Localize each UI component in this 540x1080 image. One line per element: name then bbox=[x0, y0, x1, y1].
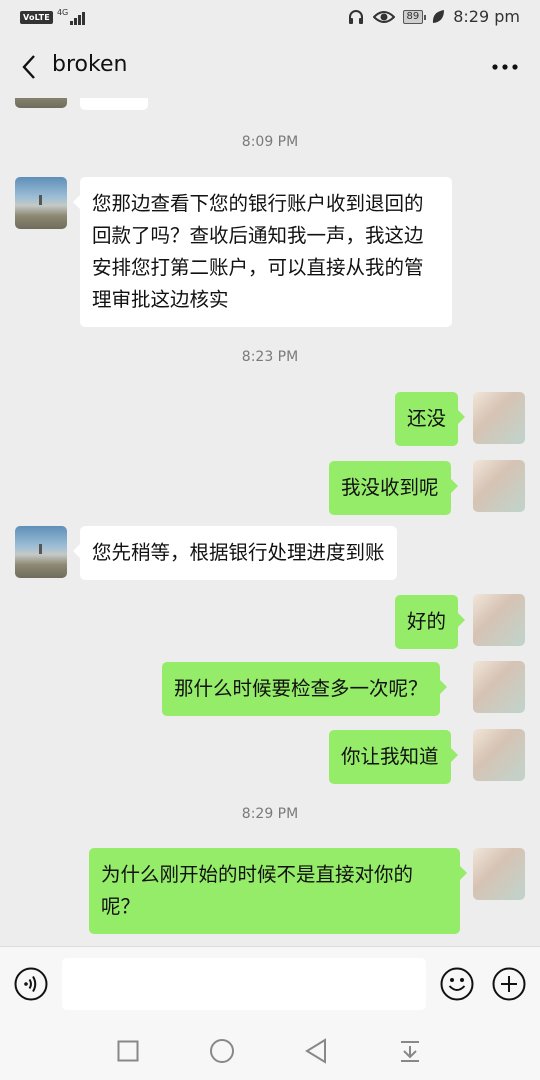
system-nav-bar bbox=[0, 1022, 540, 1080]
more-functions-button[interactable] bbox=[492, 967, 526, 1001]
more-options-button[interactable] bbox=[488, 52, 522, 82]
volte-badge: VoLTE bbox=[20, 10, 53, 24]
my-avatar[interactable] bbox=[473, 392, 525, 444]
chat-title: broken bbox=[52, 52, 128, 77]
my-avatar[interactable] bbox=[473, 729, 525, 781]
timestamp: 8:09 PM bbox=[241, 134, 299, 150]
message-bubble-outgoing[interactable]: 为什么刚开始的时候不是直接对你的呢？ bbox=[89, 848, 467, 934]
home-icon bbox=[210, 1039, 234, 1063]
emoji-button[interactable] bbox=[440, 967, 474, 1001]
contact-avatar[interactable] bbox=[15, 98, 67, 108]
emoji-icon bbox=[440, 967, 474, 1001]
plus-icon bbox=[492, 967, 526, 1001]
contact-avatar[interactable] bbox=[15, 526, 67, 578]
battery-icon: 89 bbox=[402, 9, 426, 24]
notification-button[interactable] bbox=[395, 1036, 425, 1066]
message-input[interactable] bbox=[62, 958, 426, 1010]
message-bubble-outgoing[interactable]: 那什么时候要检查多一次呢？ bbox=[162, 662, 447, 716]
recent-apps-button[interactable] bbox=[113, 1036, 143, 1066]
my-avatar[interactable] bbox=[473, 661, 525, 713]
status-time: 8:29 pm bbox=[453, 7, 520, 26]
eye-icon bbox=[372, 10, 395, 23]
partial-message-bubble[interactable] bbox=[80, 98, 148, 110]
contact-avatar[interactable] bbox=[15, 177, 67, 229]
signal-icon: 4G bbox=[56, 8, 86, 25]
more-dots-icon bbox=[492, 64, 518, 70]
chat-messages[interactable]: 8:09 PM 您那边查看下您的银行账户收到退回的回款了吗？查收后通知我一声，我… bbox=[0, 98, 540, 946]
headphones-icon bbox=[348, 9, 363, 24]
chevron-left-icon bbox=[22, 55, 35, 79]
notification-pulldown-icon bbox=[401, 1041, 419, 1062]
message-bubble-incoming[interactable]: 您先稍等，根据银行处理进度到账 bbox=[73, 526, 397, 580]
voice-icon bbox=[14, 967, 48, 1001]
message-bubble-outgoing[interactable]: 我没收到呢 bbox=[329, 461, 458, 515]
network-type: 4G bbox=[56, 8, 69, 17]
timestamp: 8:29 PM bbox=[241, 806, 299, 822]
message-bubble-outgoing[interactable]: 你让我知道 bbox=[329, 730, 458, 784]
status-left: VoLTE 4G bbox=[20, 8, 86, 25]
my-avatar[interactable] bbox=[473, 848, 525, 900]
timestamp: 8:23 PM bbox=[241, 349, 299, 365]
status-bar: VoLTE 4G 89 8:29 pm bbox=[0, 0, 540, 36]
recent-apps-icon bbox=[117, 1040, 139, 1062]
leaf-icon bbox=[433, 9, 445, 23]
chat-header: broken bbox=[0, 36, 540, 98]
nav-back-button[interactable] bbox=[301, 1036, 331, 1066]
my-avatar[interactable] bbox=[473, 594, 525, 646]
message-bubble-outgoing[interactable]: 好的 bbox=[395, 595, 466, 649]
status-right: 89 8:29 pm bbox=[347, 7, 520, 26]
back-button[interactable] bbox=[12, 50, 46, 84]
voice-button[interactable] bbox=[14, 967, 48, 1001]
my-avatar[interactable] bbox=[473, 460, 525, 512]
message-bubble-outgoing[interactable]: 还没 bbox=[395, 392, 466, 446]
home-button[interactable] bbox=[207, 1036, 237, 1066]
input-bar bbox=[0, 946, 540, 1022]
back-icon bbox=[305, 1038, 326, 1064]
message-bubble-incoming[interactable]: 您那边查看下您的银行账户收到退回的回款了吗？查收后通知我一声，我这边安排您打第二… bbox=[73, 177, 452, 327]
